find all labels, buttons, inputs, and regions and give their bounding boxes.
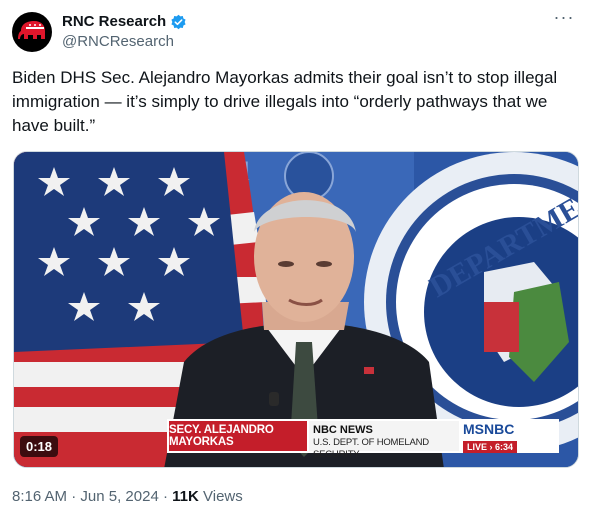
tweet-header: RNC Research @RNCResearch ··· [12, 8, 580, 54]
video-player[interactable]: and DEPARTMENT [13, 151, 579, 468]
tweet-text: Biden DHS Sec. Alejandro Mayorkas admits… [12, 68, 558, 135]
chyron-channel-box: MSNBC LIVE › 6:34 [459, 419, 559, 453]
chyron-network-box: NBC NEWS U.S. DEPT. OF HOMELAND SECURITY [309, 419, 459, 460]
meta-separator: · [71, 488, 77, 505]
tweet-date[interactable]: Jun 5, 2024 [80, 488, 158, 505]
chyron-live: LIVE [467, 442, 488, 452]
verified-badge-icon [171, 14, 186, 29]
elephant-logo-icon [18, 21, 45, 39]
handle[interactable]: @RNCResearch [62, 32, 187, 52]
tweet-meta: 8:16 AM · Jun 5, 2024 · 11K Views [12, 487, 243, 507]
avatar[interactable] [12, 12, 52, 52]
more-horizontal-icon[interactable]: ··· [552, 8, 576, 30]
news-chyron: SECY. ALEJANDRO MAYORKAS NBC NEWS U.S. D… [167, 415, 559, 460]
chyron-channel: MSNBC [463, 421, 515, 437]
tweet-time[interactable]: 8:16 AM [12, 488, 67, 505]
meta-separator: · [162, 488, 168, 505]
chevron-right-icon: › [489, 442, 493, 452]
views-count: 11K [172, 488, 199, 505]
chyron-network: NBC NEWS [313, 424, 373, 436]
chyron-department: U.S. DEPT. OF HOMELAND SECURITY [313, 437, 429, 460]
chyron-live-bar: LIVE › 6:34 [463, 441, 518, 453]
display-name[interactable]: RNC Research [62, 12, 166, 32]
author-names: RNC Research @RNCResearch [62, 12, 187, 52]
chyron-name: SECY. ALEJANDRO MAYORKAS [167, 419, 309, 453]
chyron-time: 6:34 [495, 442, 514, 452]
video-duration: 0:18 [20, 436, 59, 457]
views-label: Views [203, 488, 243, 505]
